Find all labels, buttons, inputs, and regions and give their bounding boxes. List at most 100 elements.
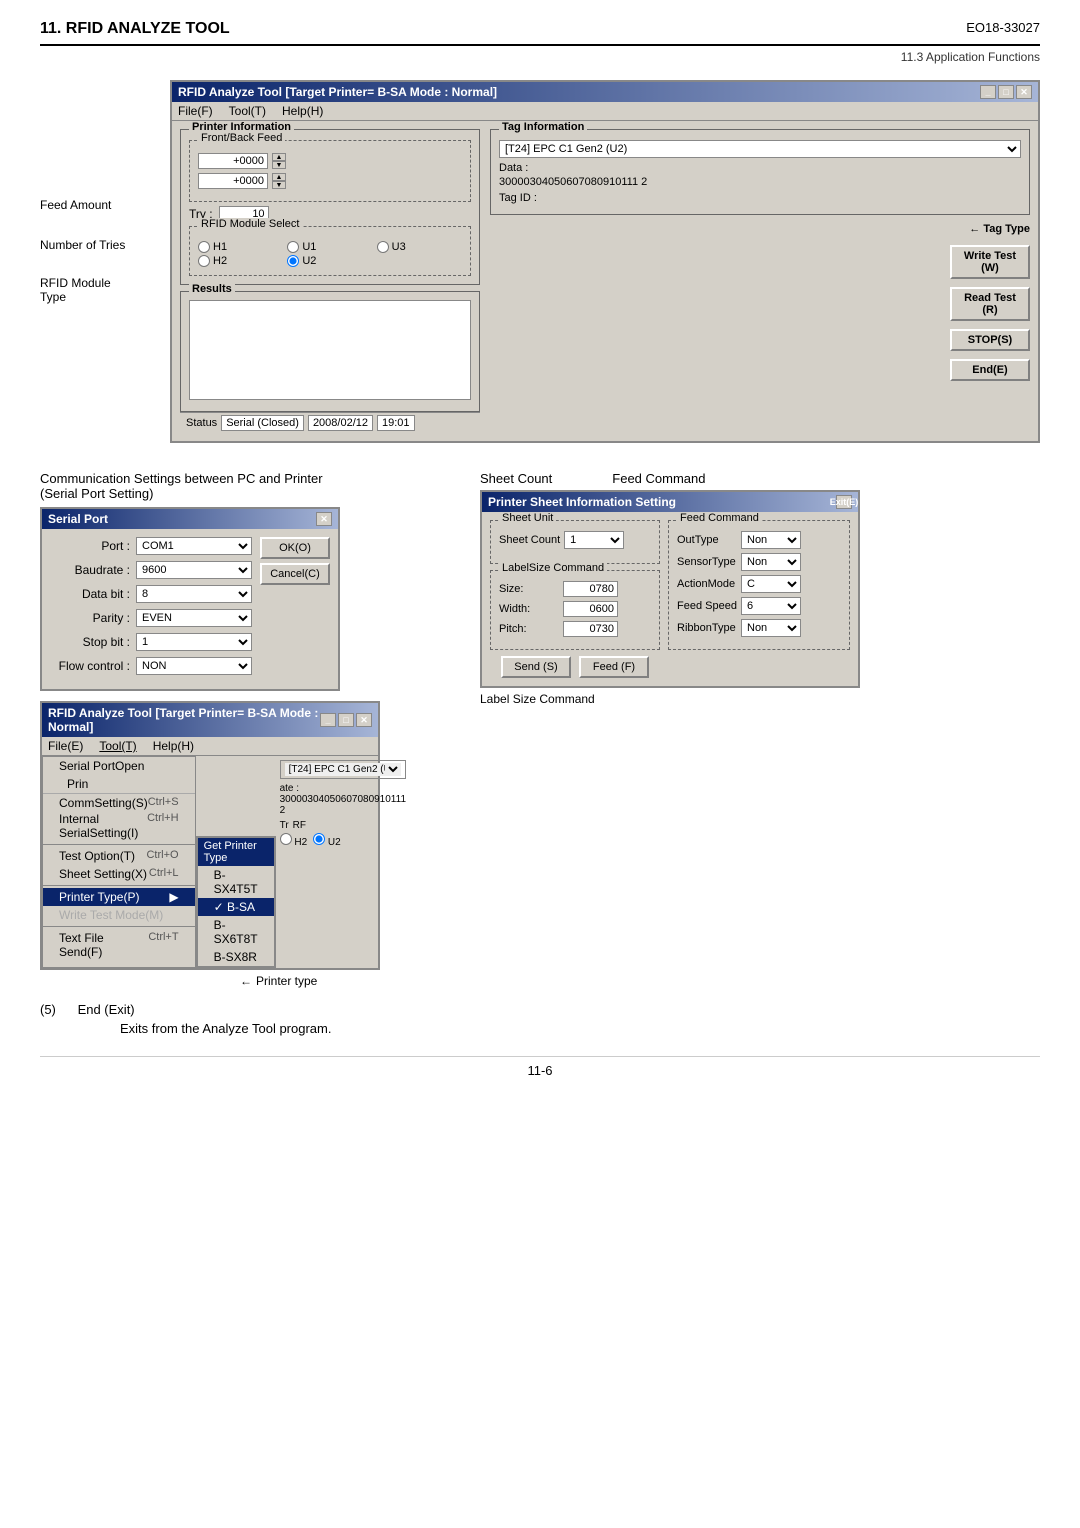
close-btn[interactable]: ✕: [1016, 85, 1032, 99]
submenu-bsx8r[interactable]: B-SX8R: [198, 948, 274, 966]
minimize-btn[interactable]: _: [980, 85, 996, 99]
tag-select-abbrev[interactable]: [T24] EPC C1 Gen2 (U2): [285, 763, 401, 776]
width-input[interactable]: [563, 601, 618, 617]
sheet-count-select[interactable]: 1: [564, 531, 624, 549]
sheet-count-label: Sheet Count: [480, 471, 552, 486]
parity-row: Parity : EVEN: [50, 609, 252, 627]
sheet-win-titlebar: Printer Sheet Information Setting Exit(E…: [482, 492, 858, 512]
printer-type-submenu: Get Printer Type B-SX4T5T ✓ B-SA B-SX6T8…: [196, 836, 276, 968]
tool-menu-win: RFID Analyze Tool [Target Printer= B-SA …: [40, 701, 380, 970]
parity-select[interactable]: EVEN: [136, 609, 252, 627]
submenu-bsx6t8t[interactable]: B-SX6T8T: [198, 916, 274, 948]
menu-prin[interactable]: Prin: [43, 775, 195, 793]
read-test-btn[interactable]: Read Test(R): [950, 287, 1030, 321]
tag-dropdown-abbrev: [T24] EPC C1 Gen2 (U2): [280, 760, 406, 779]
radio-h2-input[interactable]: [198, 255, 210, 267]
serial-win-title: Serial Port: [48, 512, 108, 526]
results-textarea[interactable]: [189, 300, 471, 400]
rf-label: RF: [293, 820, 306, 831]
maximize-btn[interactable]: □: [998, 85, 1014, 99]
submenu-bsa[interactable]: ✓ B-SA: [198, 898, 274, 916]
sensortype-select[interactable]: Non: [741, 553, 801, 571]
tool-max-btn[interactable]: □: [338, 713, 354, 727]
data-bit-row: Data bit : 8: [50, 585, 252, 603]
ribbontype-select[interactable]: Non: [741, 619, 801, 637]
sheet-info-win: Printer Sheet Information Setting Exit(E…: [480, 490, 860, 688]
label-size-box: LabelSize Command Size: Width: Pitch:: [490, 570, 660, 650]
spin-down-2[interactable]: ▼: [272, 181, 286, 189]
submenu-bsx4t5t[interactable]: B-SX4T5T: [198, 866, 274, 898]
feed-input-1[interactable]: [198, 153, 268, 169]
menu-printer-type[interactable]: Printer Type(P) ▶: [43, 888, 195, 906]
feed-input-2[interactable]: [198, 173, 268, 189]
label-size-label: LabelSize Command: [499, 562, 607, 574]
ok-btn[interactable]: OK(O): [260, 537, 330, 559]
width-label: Width:: [499, 603, 559, 615]
menu-comm-setting[interactable]: CommSetting(S) Ctrl+S: [51, 795, 187, 811]
tag-type-select[interactable]: [T24] EPC C1 Gen2 (U2): [499, 140, 1021, 158]
radio-u1-input[interactable]: [287, 241, 299, 253]
serial-close-btn[interactable]: ✕: [316, 512, 332, 526]
status-bar: Status Serial (Closed) 2008/02/12 19:01: [180, 412, 480, 433]
feed-row-2: ▲ ▼: [198, 173, 462, 189]
tool-menu-file[interactable]: File(E): [48, 739, 83, 753]
outtype-label: OutType: [677, 534, 737, 546]
radio-u1: U1: [287, 241, 372, 253]
menu-text-file-send[interactable]: Text File Send(F) Ctrl+T: [43, 929, 195, 961]
spin-1: ▲ ▼: [272, 153, 286, 169]
menu-help[interactable]: Help(H): [282, 104, 323, 118]
sheet-win-title: Printer Sheet Information Setting: [488, 495, 676, 509]
menu-internal-serial[interactable]: Internal SerialSetting(I) Ctrl+H: [51, 811, 187, 841]
left-panel: Printer Information Front/Back Feed ▲ ▼: [180, 129, 480, 433]
actionmode-select[interactable]: C: [741, 575, 801, 593]
sheet-count-row: Sheet Count 1: [499, 531, 651, 549]
port-select[interactable]: COM1: [136, 537, 252, 555]
tool-menu-help[interactable]: Help(H): [153, 739, 194, 753]
send-btn[interactable]: Send (S): [501, 656, 571, 678]
menu-write-test-mode[interactable]: Write Test Mode(M): [43, 906, 195, 924]
tool-win-title: RFID Analyze Tool [Target Printer= B-SA …: [48, 706, 320, 734]
tag-info-label: Tag Information: [499, 121, 587, 133]
menu-serial-portopen[interactable]: Serial PortOpen: [43, 757, 195, 775]
feed-btn[interactable]: Feed (F): [579, 656, 649, 678]
spin-up-1[interactable]: ▲: [272, 153, 286, 161]
menu-sheet-setting[interactable]: Sheet Setting(X) Ctrl+L: [43, 865, 195, 883]
spin-down-1[interactable]: ▼: [272, 161, 286, 169]
menu-tool[interactable]: Tool(T): [229, 104, 266, 118]
tool-min-btn[interactable]: _: [320, 713, 336, 727]
serial-fields: Port : COM1 Baudrate : 9600 Data bit :: [50, 537, 252, 681]
cancel-btn[interactable]: Cancel(C): [260, 563, 330, 585]
menu-file[interactable]: File(F): [178, 104, 213, 118]
section-subtitle: 11.3 Application Functions: [40, 50, 1040, 64]
radio-u2-input[interactable]: [287, 255, 299, 267]
tool-close-btn[interactable]: ✕: [356, 713, 372, 727]
ribbontype-row: RibbonType Non: [677, 619, 841, 637]
rfid-module-panel: RFID Module Select H1 U1 U3: [189, 226, 471, 276]
outtype-select[interactable]: Non: [741, 531, 801, 549]
u2-radio-abbrev[interactable]: [313, 833, 325, 845]
baud-label: Baudrate :: [50, 563, 130, 577]
menu-test-option[interactable]: Test Option(T) Ctrl+O: [43, 847, 195, 865]
h2-radio-abbrev[interactable]: [280, 833, 292, 845]
sheet-exit-btn[interactable]: Exit(E): [836, 495, 852, 509]
data-bit-select[interactable]: 8: [136, 585, 252, 603]
stop-select[interactable]: 1: [136, 633, 252, 651]
radio-h1-input[interactable]: [198, 241, 210, 253]
flow-select[interactable]: NON: [136, 657, 252, 675]
pitch-input[interactable]: [563, 621, 618, 637]
size-input[interactable]: [563, 581, 618, 597]
rfid-abbrev: Tr RF: [280, 820, 406, 831]
stop-btn[interactable]: STOP(S): [950, 329, 1030, 351]
feed-command-box: Feed Command OutType Non SensorType Non: [668, 520, 850, 650]
sheet-right: Feed Command OutType Non SensorType Non: [668, 520, 850, 678]
feedspeed-label: Feed Speed: [677, 600, 737, 612]
spin-up-2[interactable]: ▲: [272, 173, 286, 181]
tool-menu-tool[interactable]: Tool(T): [99, 739, 136, 753]
doc-number: EO18-33027: [966, 20, 1040, 35]
write-test-btn[interactable]: Write Test(W): [950, 245, 1030, 279]
baud-select[interactable]: 9600: [136, 561, 252, 579]
radio-u3-input[interactable]: [377, 241, 389, 253]
feedspeed-select[interactable]: 6: [741, 597, 801, 615]
serial-win-titlebar: Serial Port ✕: [42, 509, 338, 529]
end-btn[interactable]: End(E): [950, 359, 1030, 381]
